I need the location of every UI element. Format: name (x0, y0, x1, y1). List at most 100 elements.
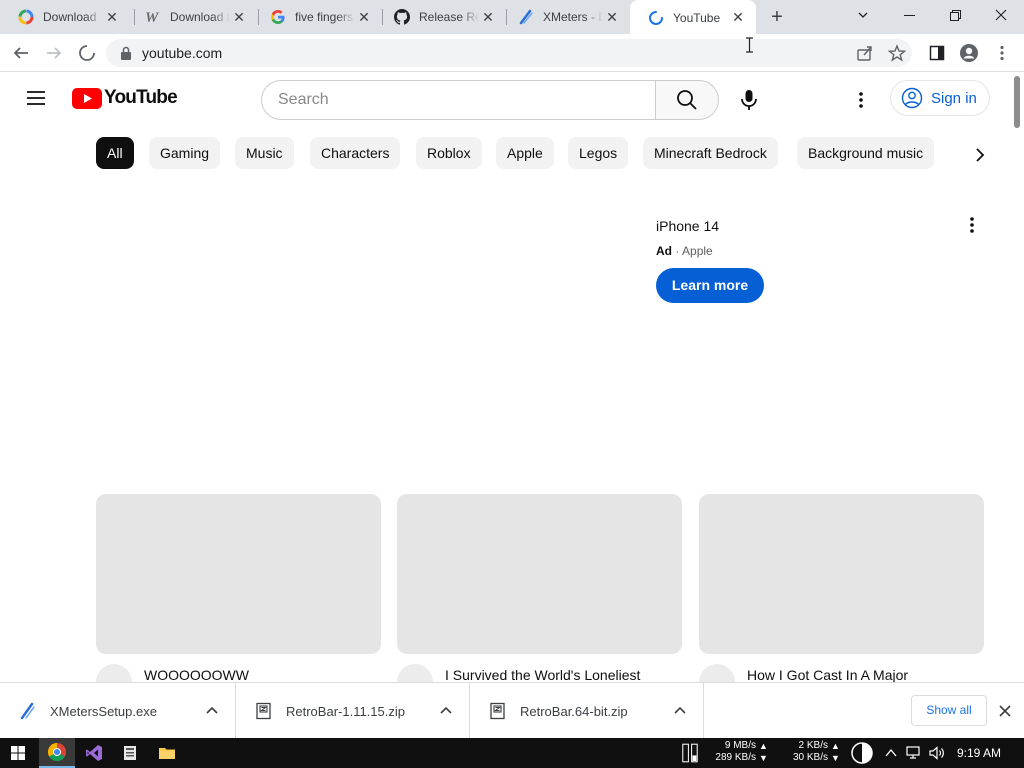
chevron-up-icon[interactable] (883, 745, 899, 761)
chevron-right-icon (976, 148, 985, 162)
download-filename: RetroBar.64-bit.zip (520, 703, 628, 719)
net-bottom: 30 KB/s (792, 752, 828, 763)
zip-archive-icon (254, 701, 274, 721)
back-button[interactable] (9, 41, 33, 65)
retrobar-meter-icon[interactable] (682, 743, 698, 763)
disk-speed-readout: 9 MB/s 289 KB/s (708, 740, 756, 764)
address-bar[interactable]: youtube.com (106, 39, 912, 67)
search-button[interactable] (655, 80, 719, 120)
video-thumbnail-placeholder[interactable] (397, 494, 682, 654)
voice-search-button[interactable] (729, 80, 769, 120)
hamburger-menu-button[interactable] (24, 86, 48, 110)
chevron-up-icon[interactable] (673, 703, 687, 717)
browser-menu-button[interactable] (990, 41, 1014, 65)
loading-spinner-icon (648, 10, 664, 26)
start-button[interactable] (0, 738, 36, 768)
ad-title[interactable]: iPhone 14 (656, 218, 719, 234)
video-title[interactable]: WOOOOOOWW (144, 667, 249, 683)
browser-tab[interactable]: W Download t ✕ (127, 0, 257, 34)
logo-text: YouTube (104, 87, 178, 108)
browser-tab[interactable]: Release Ret ✕ (376, 0, 506, 34)
browser-tab[interactable]: Download ✕ (0, 0, 130, 34)
tab-title: five fingers (295, 10, 354, 24)
close-icon[interactable]: ✕ (231, 9, 247, 25)
show-all-downloads-button[interactable]: Show all (911, 695, 987, 726)
chevron-up-icon[interactable] (205, 703, 219, 717)
up-down-arrows-icon: ▲ ▼ (831, 741, 840, 763)
text-cursor-icon (745, 37, 754, 58)
chip-roblox[interactable]: Roblox (416, 137, 482, 169)
search-icon (677, 90, 697, 110)
search-input[interactable]: Search (261, 80, 656, 120)
ad-separator: · (675, 244, 680, 258)
hamburger-icon (27, 91, 45, 105)
chip-minecraft-bedrock[interactable]: Minecraft Bedrock (643, 137, 778, 169)
chip-music[interactable]: Music (235, 137, 294, 169)
tab-search-button[interactable] (840, 0, 886, 30)
tab-title: XMeters - D (543, 10, 603, 24)
forward-button[interactable] (42, 41, 66, 65)
sign-in-button[interactable]: Sign in (890, 80, 990, 116)
close-icon[interactable]: ✕ (356, 9, 372, 25)
browser-tab[interactable]: XMeters - D ✕ (500, 0, 630, 34)
download-item[interactable]: XMetersSetup.exe (0, 683, 236, 739)
close-download-shelf-button[interactable] (996, 702, 1014, 720)
taskbar-app[interactable] (112, 738, 148, 768)
taskbar-clock[interactable]: 9:19 AM (957, 746, 1001, 760)
share-icon[interactable] (856, 44, 874, 67)
ad-label: Ad (656, 244, 672, 258)
browser-toolbar: youtube.com (0, 34, 1024, 72)
download-filename: RetroBar-1.11.15.zip (286, 703, 405, 719)
video-title[interactable]: How I Got Cast In A Major (747, 667, 908, 683)
chip-apple[interactable]: Apple (496, 137, 554, 169)
profile-button[interactable] (957, 41, 981, 65)
page-scrollbar[interactable] (1010, 72, 1024, 682)
sign-in-label: Sign in (931, 89, 977, 107)
cpu-meter-icon[interactable] (850, 742, 874, 764)
restore-button[interactable] (932, 0, 978, 30)
scrollbar-thumb[interactable] (1014, 76, 1020, 128)
loading-spinner-icon (79, 45, 95, 61)
chip-all[interactable]: All (96, 137, 134, 169)
chip-background-music[interactable]: Background music (797, 137, 935, 169)
download-item[interactable]: RetroBar.64-bit.zip (470, 683, 704, 739)
side-panel-button[interactable] (925, 41, 949, 65)
close-icon[interactable]: ✕ (104, 9, 120, 25)
close-window-button[interactable] (978, 0, 1024, 30)
reload-button[interactable] (75, 41, 99, 65)
browser-tab-strip: Download ✕ W Download t ✕ five fingers ✕ (0, 0, 1024, 36)
chevron-up-icon[interactable] (439, 703, 453, 717)
bookmark-star-icon[interactable] (887, 44, 907, 67)
minimize-button[interactable] (886, 0, 932, 30)
new-tab-button[interactable]: + (766, 6, 788, 28)
side-panel-icon (929, 45, 945, 61)
close-icon[interactable]: ✕ (730, 9, 746, 25)
folder-icon (159, 748, 175, 759)
chip-gaming[interactable]: Gaming (149, 137, 221, 169)
xmeters-icon (18, 701, 38, 721)
settings-menu-button[interactable] (847, 86, 875, 114)
chip-legos[interactable]: Legos (568, 137, 629, 169)
download-item[interactable]: RetroBar-1.11.15.zip (236, 683, 470, 739)
windows-taskbar: 9 MB/s 289 KB/s ▲ ▼ 2 KB/s 30 KB/s ▲ ▼ 9:1… (0, 738, 1024, 768)
close-icon[interactable]: ✕ (604, 9, 620, 25)
video-title[interactable]: I Survived the World's Loneliest (445, 667, 640, 683)
browser-tab-active[interactable]: YouTube ✕ (630, 0, 756, 36)
document-app-icon (124, 746, 136, 760)
up-down-arrows-icon: ▲ ▼ (759, 741, 768, 763)
ad-menu-button[interactable] (962, 214, 982, 236)
chips-next-button[interactable] (966, 145, 994, 165)
video-thumbnail-placeholder[interactable] (699, 494, 984, 654)
learn-more-button[interactable]: Learn more (656, 268, 764, 303)
taskbar-visual-studio[interactable] (76, 738, 112, 768)
browser-tab[interactable]: five fingers ✕ (252, 0, 382, 34)
video-thumbnail-placeholder[interactable] (96, 494, 381, 654)
taskbar-chrome[interactable] (39, 738, 75, 768)
network-icon[interactable] (906, 745, 922, 761)
volume-icon[interactable] (929, 745, 945, 761)
taskbar-file-explorer[interactable] (149, 738, 185, 768)
close-icon[interactable]: ✕ (480, 9, 496, 25)
download-shelf: XMetersSetup.exe RetroBar-1.11.15.zip Re… (0, 682, 1024, 739)
youtube-logo[interactable]: YouTube (72, 87, 178, 109)
chip-characters[interactable]: Characters (310, 137, 401, 169)
